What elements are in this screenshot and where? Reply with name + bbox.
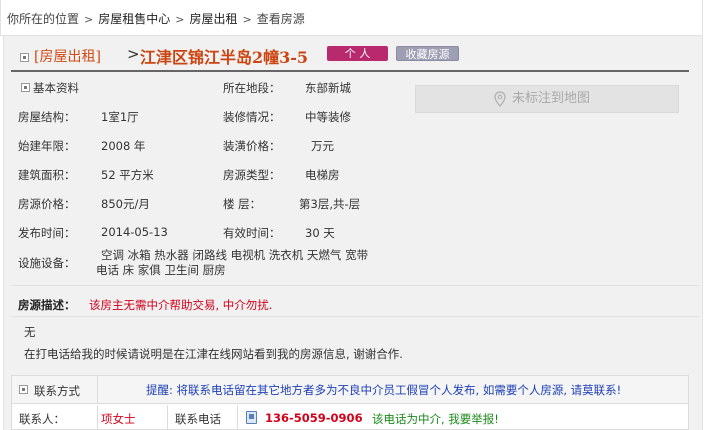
build-year-value: 2008 年 <box>101 139 146 153</box>
divider <box>11 285 699 286</box>
contact-header-row: 联系方式 提醒: 将联系电话留在其它地方者多为不良中介员工假冒个人发布, 如需要… <box>12 376 688 404</box>
decoration-price-value: 万元 <box>311 139 334 153</box>
facilities-label: 设施设备： <box>18 256 76 270</box>
report-agent-link[interactable]: 该电话为中介, 我要举报! <box>372 411 499 427</box>
map-location-label: 未标注到地图 <box>512 91 591 106</box>
description-body: 无 <box>24 325 36 339</box>
publish-date-label: 发布时间： <box>18 226 76 240</box>
decoration-label: 装修情况： <box>223 110 281 124</box>
facilities-line-2: 电话 床 家俱 卫生间 厨房 <box>96 263 226 277</box>
contact-row: 联系人： 项女士 联系电话 136-5059-0906 该电话为中介, 我要举报… <box>12 405 688 430</box>
contact-person-label: 联系人： <box>19 412 65 426</box>
decoration-price-label: 装潢价格： <box>223 139 281 153</box>
breadcrumb-item-current: 查看房源 <box>256 12 305 26</box>
no-agent-notice: 该房主无需中介帮助交易, 中介勿扰. <box>89 298 273 312</box>
build-year-label: 始建年限： <box>18 139 76 153</box>
breadcrumb: 你所在的位置 > 房屋租售中心 > 房屋出租 > 查看房源 <box>0 0 703 36</box>
breadcrumb-item-rental-center[interactable]: 房屋租售中心 <box>98 12 170 26</box>
listing-category: [房屋出租] <box>34 49 101 65</box>
map-pin-icon <box>494 91 506 117</box>
map-location-button[interactable]: 未标注到地图 <box>415 85 679 113</box>
phone-icon <box>246 411 257 424</box>
contact-person-value: 项女士 <box>101 412 136 426</box>
valid-period-label: 有效时间： <box>223 226 281 240</box>
chevron-right-icon: > <box>127 45 140 63</box>
floor-value: 第3层,共-层 <box>299 197 361 211</box>
bullet-square-icon <box>20 53 29 62</box>
listing-title-bar: [房屋出租] > 江津区锦江半岛2幢3-5 个 人 收藏房源 <box>11 40 689 72</box>
contact-warning-tip: 提醒: 将联系电话留在其它地方者多为不良中介员工假冒个人发布, 如需要个人房源,… <box>146 383 622 397</box>
property-type-value: 电梯房 <box>305 168 340 182</box>
bullet-square-icon <box>19 385 28 394</box>
contact-heading: 联系方式 <box>34 384 80 398</box>
call-note: 在打电话给我的时候请说明是在江津在线网站看到我的房源信息, 谢谢合作. <box>24 347 403 361</box>
area-value: 52 平方米 <box>101 168 154 182</box>
facilities-line-1: 空调 冰箱 热水器 闭路线 电视机 洗衣机 天燃气 宽带 <box>101 248 369 262</box>
floor-label: 楼 层： <box>223 197 262 211</box>
publish-date-value: 2014-05-13 <box>101 225 168 239</box>
listing-title: 江津区锦江半岛2幢3-5 <box>140 48 309 67</box>
chevron-right-icon: > <box>242 13 252 26</box>
chevron-right-icon: > <box>175 13 185 26</box>
structure-value: 1室1厅 <box>101 110 139 124</box>
decoration-value: 中等装修 <box>305 110 351 124</box>
contact-phone-label: 联系电话 <box>175 412 221 426</box>
structure-label: 房屋结构： <box>18 110 76 124</box>
breadcrumb-prefix: 你所在的位置 <box>7 12 80 26</box>
bullet-square-icon <box>21 83 30 92</box>
location-value: 东部新城 <box>305 81 351 95</box>
price-value: 850元/月 <box>101 197 150 211</box>
favorite-listing-button[interactable]: 收藏房源 <box>396 46 459 61</box>
chevron-right-icon: > <box>84 13 94 26</box>
basic-info-heading: 基本资料 <box>33 81 79 95</box>
location-label: 所在地段： <box>223 81 281 95</box>
owner-type-badge: 个 人 <box>327 46 388 61</box>
price-label: 房源价格： <box>18 197 76 211</box>
valid-period-value: 30 天 <box>305 226 335 240</box>
contact-phone-value[interactable]: 136-5059-0906 <box>265 411 363 425</box>
divider <box>11 316 699 317</box>
contact-table: 联系方式 提醒: 将联系电话留在其它地方者多为不良中介员工假冒个人发布, 如需要… <box>11 375 689 430</box>
property-type-label: 房源类型： <box>223 168 281 182</box>
description-label: 房源描述： <box>18 298 76 312</box>
area-label: 建筑面积： <box>18 168 76 182</box>
breadcrumb-item-house-rent[interactable]: 房屋出租 <box>189 12 237 26</box>
